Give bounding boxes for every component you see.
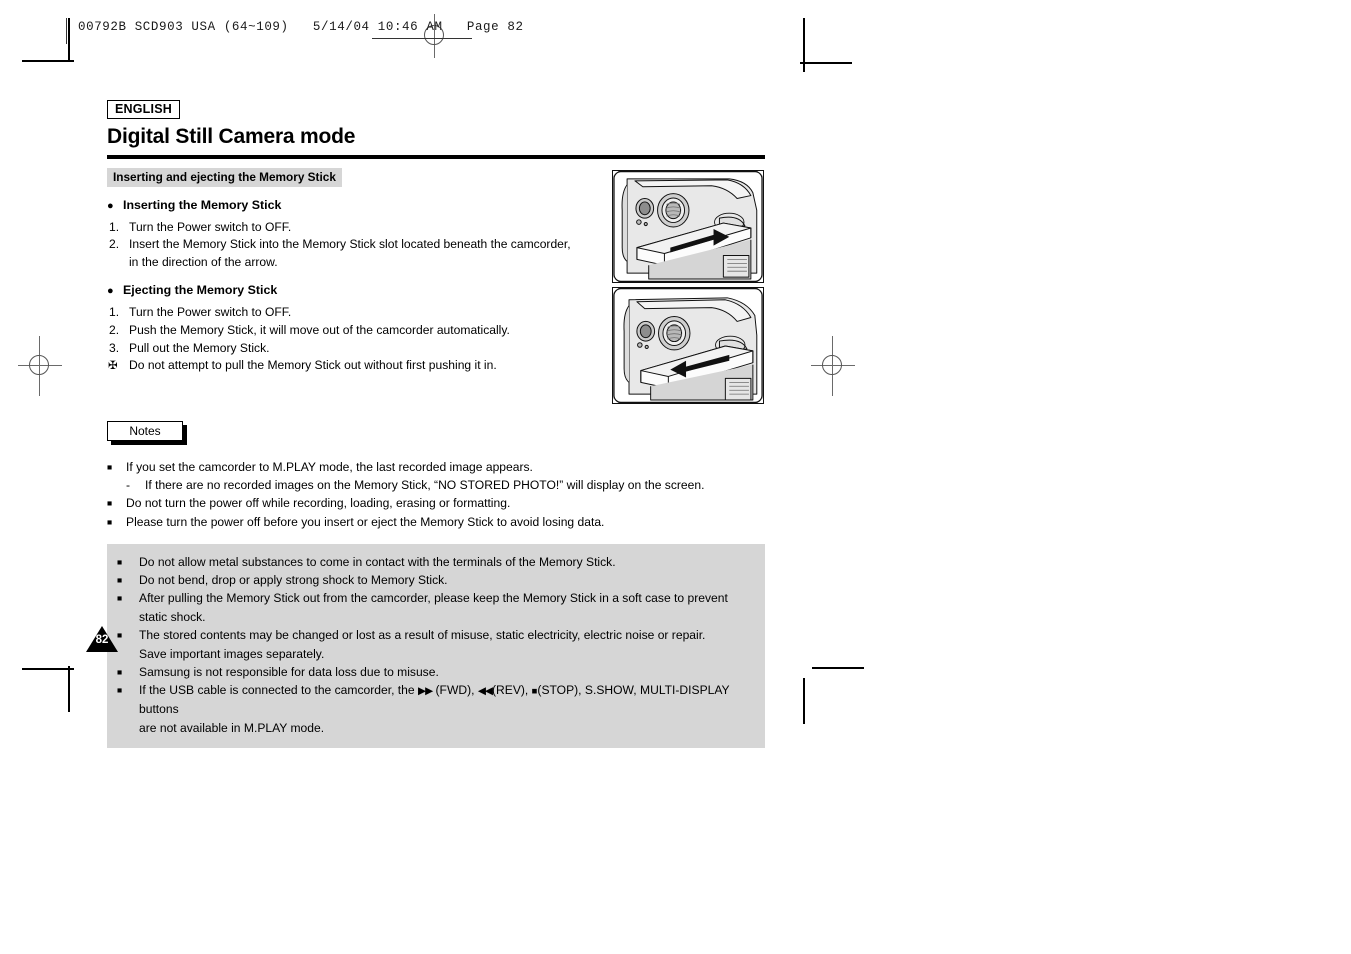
page-title: Digital Still Camera mode xyxy=(107,125,356,149)
list-item: If you set the camcorder to M.PLAY mode,… xyxy=(107,458,765,476)
square-bullet-icon xyxy=(117,631,139,640)
list-item: 3. Pull out the Memory Stick. xyxy=(107,340,607,358)
step-text: Insert the Memory Stick into the Memory … xyxy=(129,236,607,272)
flower-note: ✠ Do not attempt to pull the Memory Stic… xyxy=(107,357,607,375)
caution-text: The stored contents may be changed or lo… xyxy=(139,626,755,663)
fwd-label: (FWD), xyxy=(435,683,475,698)
list-item: Do not allow metal substances to come in… xyxy=(117,553,755,571)
list-item: Samsung is not responsible for data loss… xyxy=(117,663,755,681)
step-number: 1. xyxy=(109,304,120,319)
dash-bullet-icon: - xyxy=(126,478,131,493)
registration-mark-right xyxy=(811,336,855,396)
bullet-dot-icon: ● xyxy=(107,284,114,297)
subsection-heading-ejecting: ● Ejecting the Memory Stick xyxy=(107,283,607,297)
figure-memory-stick-insert xyxy=(612,170,764,283)
list-item: The stored contents may be changed or lo… xyxy=(117,626,755,663)
subsection-heading-inserting: ● Inserting the Memory Stick xyxy=(107,198,607,212)
registration-ring xyxy=(822,355,842,375)
usb-lead-text: If the USB cable is connected to the cam… xyxy=(139,683,415,698)
step-text: Turn the Power switch to OFF. xyxy=(129,219,292,234)
crop-mark-bottom-right-v xyxy=(803,678,805,724)
rev-label: (REV), xyxy=(492,683,529,698)
registration-mark-left xyxy=(18,336,62,396)
caution-list: Do not allow metal substances to come in… xyxy=(117,553,755,737)
notes-list: If you set the camcorder to M.PLAY mode,… xyxy=(107,458,765,531)
usb-continuation-text: are not available in M.PLAY mode. xyxy=(139,720,325,735)
crop-mark-top-left-h xyxy=(22,60,74,62)
caution-text: Samsung is not responsible for data loss… xyxy=(139,664,439,679)
square-bullet-icon xyxy=(117,594,139,603)
title-rule xyxy=(107,154,765,159)
caution-text: Do not bend, drop or apply strong shock … xyxy=(139,573,448,588)
section-heading: Inserting and ejecting the Memory Stick xyxy=(107,167,342,187)
list-item: 2. Push the Memory Stick, it will move o… xyxy=(107,322,607,340)
note-text: Do not turn the power off while recordin… xyxy=(126,496,511,511)
steps-ejecting: 1. Turn the Power switch to OFF. 2. Push… xyxy=(107,304,607,357)
camcorder-eject-illustration xyxy=(613,288,763,403)
list-item-sub: - If there are no recorded images on the… xyxy=(107,476,765,494)
camcorder-insert-illustration xyxy=(613,171,763,282)
subsection-heading-label: Ejecting the Memory Stick xyxy=(123,282,278,297)
square-bullet-icon xyxy=(117,558,139,567)
registration-ring xyxy=(29,355,49,375)
crop-mark-top-left-v xyxy=(68,18,70,62)
caution-usb-text: If the USB cable is connected to the cam… xyxy=(139,681,755,737)
note-subitem-text: If there are no recorded images on the M… xyxy=(145,478,705,493)
printer-slug: 00792B SCD903 USA (64~109) 5/14/04 10:46… xyxy=(78,20,524,34)
list-item: Do not turn the power off while recordin… xyxy=(107,494,765,512)
square-bullet-icon xyxy=(117,668,139,677)
instructions-column: ● Inserting the Memory Stick 1. Turn the… xyxy=(107,198,607,375)
step-text-line1: Insert the Memory Stick into the Memory … xyxy=(129,237,571,252)
step-text: Push the Memory Stick, it will move out … xyxy=(129,322,510,337)
step-number: 1. xyxy=(109,219,120,234)
slug-tick xyxy=(66,18,67,44)
manual-page: 00792B SCD903 USA (64~109) 5/14/04 10:46… xyxy=(0,0,1351,954)
caution-box: Do not allow metal substances to come in… xyxy=(107,543,765,749)
fast-forward-icon: ▶▶ xyxy=(418,685,433,698)
caution-text: After pulling the Memory Stick out from … xyxy=(139,591,728,624)
list-item-usb: If the USB cable is connected to the cam… xyxy=(117,681,755,737)
note-subitem: - If there are no recorded images on the… xyxy=(126,476,765,494)
list-item: Please turn the power off before you ins… xyxy=(107,513,765,531)
step-number: 2. xyxy=(109,322,120,337)
note-text: If you set the camcorder to M.PLAY mode,… xyxy=(126,460,533,475)
square-bullet-icon xyxy=(117,686,139,695)
crop-mark-bottom-left-v xyxy=(68,666,70,712)
caution-text-line2: Save important images separately. xyxy=(139,646,325,661)
list-item: Do not bend, drop or apply strong shock … xyxy=(117,571,755,589)
steps-inserting: 1. Turn the Power switch to OFF. 2. Inse… xyxy=(107,219,607,272)
bullet-dot-icon: ● xyxy=(107,199,114,212)
list-item: 2. Insert the Memory Stick into the Memo… xyxy=(107,236,607,272)
rewind-icon: ◀◀ xyxy=(477,685,493,698)
crop-mark-top-right-h xyxy=(800,62,852,64)
crop-mark-bottom-right-h xyxy=(812,667,864,669)
list-item: 1. Turn the Power switch to OFF. xyxy=(107,304,607,322)
caution-text: Do not allow metal substances to come in… xyxy=(139,554,616,569)
note-text: Please turn the power off before you ins… xyxy=(126,514,605,529)
caution-text-line1: The stored contents may be changed or lo… xyxy=(139,628,706,643)
square-bullet-icon xyxy=(107,518,126,527)
step-number: 2. xyxy=(109,237,120,252)
notes-label-box: Notes xyxy=(107,421,187,446)
step-text: Pull out the Memory Stick. xyxy=(129,340,270,355)
flower-marker-icon: ✠ xyxy=(108,360,118,373)
step-text: Turn the Power switch to OFF. xyxy=(129,304,292,319)
square-bullet-icon xyxy=(107,463,126,472)
square-bullet-icon xyxy=(107,499,126,508)
crop-mark-bottom-left-h xyxy=(22,668,74,670)
notes-label: Notes xyxy=(107,421,183,442)
list-item: After pulling the Memory Stick out from … xyxy=(117,589,755,626)
step-text-line2: in the direction of the arrow. xyxy=(129,255,278,270)
page-number-badge: 82 xyxy=(86,626,118,652)
step-number: 3. xyxy=(109,340,120,355)
slug-rule xyxy=(372,38,472,39)
flower-note-text: Do not attempt to pull the Memory Stick … xyxy=(129,358,497,373)
list-item: 1. Turn the Power switch to OFF. xyxy=(107,219,607,237)
subsection-heading-label: Inserting the Memory Stick xyxy=(123,197,282,212)
language-badge: ENGLISH xyxy=(107,100,180,120)
page-number: 82 xyxy=(95,634,109,646)
figure-memory-stick-eject xyxy=(612,287,764,404)
square-bullet-icon xyxy=(117,576,139,585)
